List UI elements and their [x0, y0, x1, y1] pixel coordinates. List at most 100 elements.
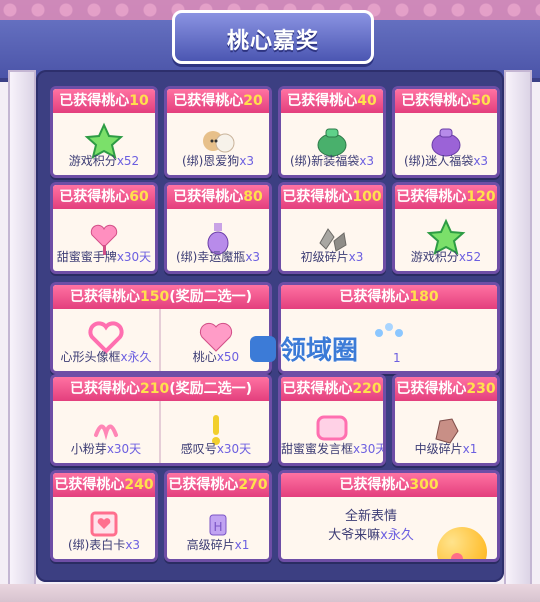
reward-name: 感叹号: [180, 442, 217, 456]
reward-card-120[interactable]: 已获得桃心120 游戏积分x52: [392, 182, 500, 274]
reward-card-40[interactable]: 已获得桃心40 (绑)新装福袋x3: [278, 86, 386, 178]
reward-name: (绑)迷人福袋: [403, 154, 474, 168]
reward-name: 甜蜜蜜发言框: [281, 442, 354, 456]
bottom-base: [0, 584, 540, 602]
reward-threshold: 100: [352, 189, 382, 205]
reward-header-label: 已获得桃心: [401, 93, 472, 109]
reward-qty: x1: [462, 442, 478, 456]
reward-name: 心形头像框: [60, 350, 121, 364]
emoji-qty: x永久: [380, 528, 414, 543]
reward-name: (绑)幸运魔瓶: [175, 250, 246, 264]
brand-logo-icon: [250, 336, 276, 362]
reward-threshold: 60: [129, 189, 149, 205]
reward-card-10[interactable]: 已获得桃心10 游戏积分x52: [50, 86, 158, 178]
reward-card-100[interactable]: 已获得桃心100 初级碎片x3: [278, 182, 386, 274]
reward-qty: x3: [359, 154, 375, 168]
brand-watermark: 领域圈: [250, 330, 358, 367]
reward-name: 小粉芽: [70, 442, 107, 456]
reward-threshold: 10: [129, 93, 149, 109]
reward-card-230[interactable]: 已获得桃心230 中级碎片x1: [392, 374, 500, 466]
reward-threshold: 220: [352, 381, 382, 397]
reward-threshold: 210: [139, 381, 170, 397]
left-pillar: [8, 70, 36, 594]
reward-panel: 桃心嘉奖 已获得桃心10 游戏积分x52 已获得桃心20 (绑)恩爱狗x3 已获…: [0, 0, 540, 602]
reward-name: 桃心: [192, 350, 217, 364]
reward-card-80[interactable]: 已获得桃心80 (绑)幸运魔瓶x3: [164, 182, 272, 274]
reward-qty: x3: [239, 154, 255, 168]
reward-card-150-choice[interactable]: 已获得桃心150(奖励二选一) 心形头像框x永久 桃心x50: [50, 282, 272, 374]
reward-threshold: 180: [409, 289, 439, 305]
brand-text: 领域圈: [280, 336, 359, 366]
reward-header-label: 已获得桃心: [173, 93, 244, 109]
reward-header-label: 已获得桃心: [339, 289, 410, 305]
reward-threshold: 20: [243, 93, 263, 109]
reward-header-label: 已获得桃心: [282, 189, 353, 205]
reward-threshold: 240: [124, 477, 154, 493]
reward-card-220[interactable]: 已获得桃心220 甜蜜蜜发言框x30天: [278, 374, 386, 466]
reward-name: 甜蜜蜜手牌: [56, 250, 117, 264]
beads-icon: [369, 313, 409, 353]
reward-qty: x3: [348, 250, 364, 264]
reward-header-label: 已获得桃心: [396, 189, 467, 205]
reward-qty: x3: [473, 154, 489, 168]
right-pillar: [504, 70, 532, 594]
reward-threshold: 120: [466, 189, 496, 205]
reward-qty: x30天: [353, 442, 386, 456]
reward-header-label: 已获得桃心: [59, 189, 130, 205]
reward-header-label: 已获得桃心: [168, 477, 239, 493]
reward-choice-label: (奖励二选一): [169, 289, 253, 305]
emoji-title: 全新表情: [344, 509, 397, 524]
reward-header-label: 已获得桃心: [69, 289, 140, 305]
reward-threshold: 230: [466, 381, 496, 397]
reward-choice-label: (奖励二选一): [169, 381, 253, 397]
title-plate: 桃心嘉奖: [172, 10, 374, 64]
reward-qty: x永久: [120, 350, 152, 364]
reward-qty: x3: [125, 538, 141, 552]
reward-qty: x30天: [106, 442, 142, 456]
reward-card-270[interactable]: 已获得桃心270 H 高级碎片x1: [164, 470, 272, 562]
reward-header-label: 已获得桃心: [396, 381, 467, 397]
reward-header-label: 已获得桃心: [69, 381, 140, 397]
reward-qty: x50: [216, 350, 240, 364]
reward-threshold: 270: [238, 477, 268, 493]
reward-name: 游戏积分: [68, 154, 117, 168]
emoji-reward-text: 全新表情 大爷来嘛x永久: [311, 505, 431, 543]
reward-threshold: 150: [139, 289, 170, 305]
reward-card-240[interactable]: 已获得桃心240 (绑)表白卡x3: [50, 470, 158, 562]
reward-name: 游戏积分: [410, 250, 459, 264]
reward-qty: x52: [116, 154, 140, 168]
reward-qty: x30天: [116, 250, 152, 264]
reward-card-60[interactable]: 已获得桃心60 甜蜜蜜手牌x30天: [50, 182, 158, 274]
reward-header-label: 已获得桃心: [173, 189, 244, 205]
svg-text:H: H: [213, 520, 222, 534]
reward-header-label: 已获得桃心: [282, 381, 353, 397]
emoji-name: 大爷来嘛: [328, 528, 381, 543]
reward-card-210-choice[interactable]: 已获得桃心210(奖励二选一) 小粉芽x30天 感叹号x30天: [50, 374, 272, 466]
reward-qty: x3: [245, 250, 261, 264]
reward-name: 高级碎片: [186, 538, 235, 552]
reward-threshold: 80: [243, 189, 263, 205]
reward-name: (绑)恩爱狗: [181, 154, 240, 168]
reward-header-label: 已获得桃心: [54, 477, 125, 493]
reward-name: 初级碎片: [300, 250, 349, 264]
kiss-emoji-icon: [437, 527, 487, 559]
reward-header-label: 已获得桃心: [339, 477, 410, 493]
reward-threshold: 50: [471, 93, 491, 109]
reward-qty: x52: [458, 250, 482, 264]
page-title: 桃心嘉奖: [226, 29, 319, 54]
reward-header-label: 已获得桃心: [59, 93, 130, 109]
reward-qty: x30天: [216, 442, 252, 456]
reward-qty: x1: [234, 538, 250, 552]
reward-card-20[interactable]: 已获得桃心20 (绑)恩爱狗x3: [164, 86, 272, 178]
reward-name: (绑)新装福袋: [289, 154, 360, 168]
reward-name: (绑)表白卡: [67, 538, 126, 552]
reward-name: 中级碎片: [414, 442, 463, 456]
reward-card-300[interactable]: 已获得桃心300 全新表情 大爷来嘛x永久: [278, 470, 500, 562]
reward-threshold: 40: [357, 93, 377, 109]
reward-header-label: 已获得桃心: [287, 93, 358, 109]
reward-card-50[interactable]: 已获得桃心50 (绑)迷人福袋x3: [392, 86, 500, 178]
choice-divider: [159, 309, 161, 371]
reward-qty: 1: [393, 351, 401, 365]
choice-divider: [159, 401, 161, 463]
reward-threshold: 300: [409, 477, 439, 493]
